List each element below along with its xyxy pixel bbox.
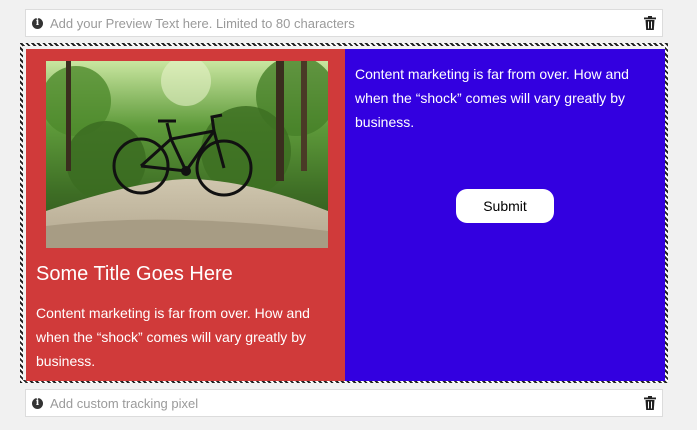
trash-icon[interactable] [644, 396, 656, 410]
preview-text-bar[interactable]: i Add your Preview Text here. Limited to… [25, 9, 663, 37]
tracking-pixel-input[interactable]: Add custom tracking pixel [50, 396, 644, 411]
right-column: Content marketing is far from over. How … [345, 49, 665, 381]
tracking-pixel-bar[interactable]: i Add custom tracking pixel [25, 389, 663, 417]
left-column: Some Title Goes Here Content marketing i… [26, 49, 345, 381]
info-icon: i [32, 17, 43, 29]
right-body-text: Content marketing is far from over. How … [355, 66, 629, 130]
card-body-text: Content marketing is far from over. How … [36, 305, 310, 369]
card-title: Some Title Goes Here [36, 263, 233, 285]
info-icon: i [32, 397, 43, 409]
bicycle-image [46, 61, 328, 248]
preview-text-input[interactable]: Add your Preview Text here. Limited to 8… [50, 16, 644, 31]
content-block[interactable]: Some Title Goes Here Content marketing i… [20, 43, 668, 383]
trash-icon[interactable] [644, 16, 656, 30]
submit-button[interactable]: Submit [456, 189, 554, 223]
